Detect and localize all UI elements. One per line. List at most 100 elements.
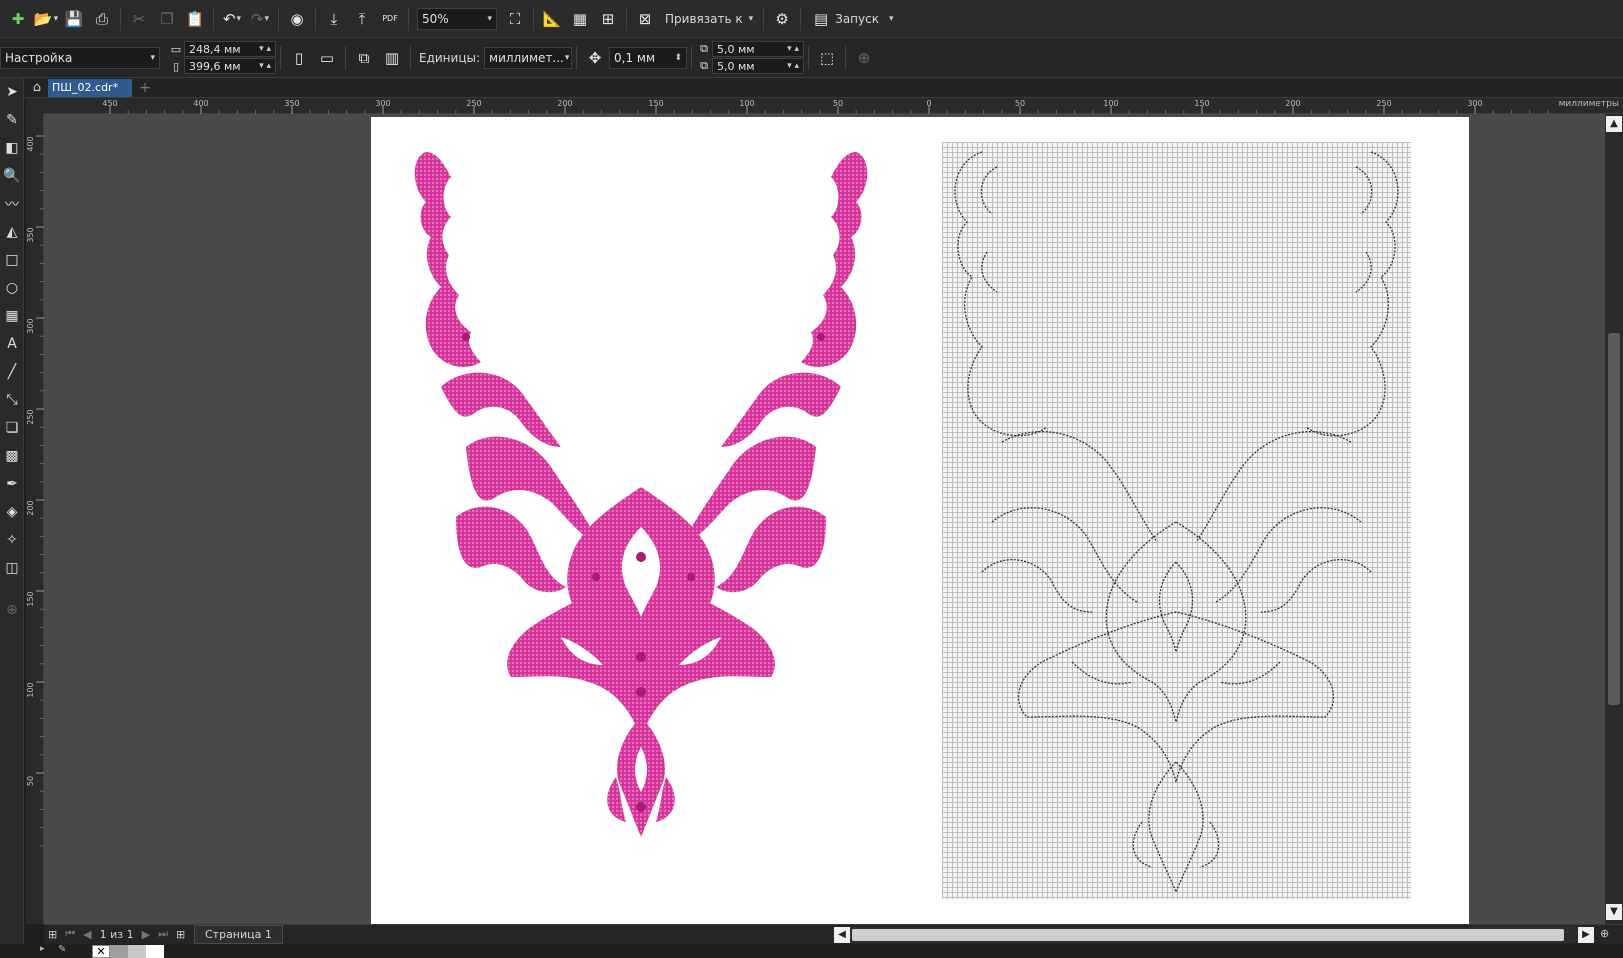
pink-embroidery-pattern[interactable] xyxy=(371,117,911,924)
add-tool-icon[interactable]: ⊕ xyxy=(0,598,24,622)
nudge-distance-input[interactable]: 0,1 мм ⬍ xyxy=(609,46,688,69)
spin-icon[interactable]: ▾ ▴ xyxy=(259,61,271,71)
crop-tool-icon[interactable]: ◧ xyxy=(0,136,24,160)
next-page-icon[interactable]: ▶ xyxy=(142,928,150,941)
save-icon[interactable]: 💾 xyxy=(60,5,88,33)
horizontal-scrollbar[interactable]: ◀ ▶ xyxy=(834,927,1594,943)
color-swatch-white[interactable] xyxy=(146,945,164,958)
document-tab[interactable]: ПШ_02.cdr* xyxy=(48,79,132,97)
undo-icon[interactable]: ↶ ▾ xyxy=(218,5,246,33)
horizontal-ruler[interactable]: 450 400 350 300 250 200 150 100 50 0 50 100 150 200 25… xyxy=(44,98,1623,114)
zoom-navigator-icon[interactable]: ⊕ xyxy=(1600,927,1609,940)
spin-icon[interactable]: ▾ ▴ xyxy=(787,44,799,54)
new-document-icon[interactable]: ✚ xyxy=(4,5,32,33)
launch-dropdown[interactable]: ▤ Запуск ▾ xyxy=(805,5,899,33)
scroll-down-icon[interactable]: ▼ xyxy=(1606,904,1622,920)
eyedropper-icon[interactable]: ✎ xyxy=(58,944,66,955)
show-grid-icon[interactable]: ▦ xyxy=(566,5,594,33)
scroll-left-icon[interactable]: ◀ xyxy=(834,927,850,943)
publish-pdf-icon[interactable]: PDF xyxy=(376,5,404,33)
color-palette: ▸ ✎ xyxy=(0,944,1623,958)
portrait-icon[interactable]: ▯ xyxy=(285,44,313,72)
landscape-icon[interactable]: ▭ xyxy=(313,44,341,72)
shape-tool-icon[interactable]: ✎ xyxy=(0,108,24,132)
last-page-icon[interactable]: ⏭ xyxy=(158,927,168,941)
options-gear-icon[interactable]: ⚙ xyxy=(768,5,796,33)
open-folder-icon[interactable]: 📂 ▾ xyxy=(32,5,60,33)
treat-as-filled-icon[interactable]: ⬚ xyxy=(813,44,841,72)
preset-select[interactable]: Настройка ▾ xyxy=(0,46,160,69)
export-icon[interactable]: ⤒ xyxy=(348,5,376,33)
page-width-input[interactable]: 248,4 мм ▾ ▴ xyxy=(184,41,276,57)
separator xyxy=(576,45,578,70)
ellipse-tool-icon[interactable]: ○ xyxy=(0,276,24,300)
color-swatch-lightgray[interactable] xyxy=(128,945,146,958)
zoom-level-select[interactable]: 50% ▾ xyxy=(417,7,497,30)
show-rulers-icon[interactable]: 📐 xyxy=(538,5,566,33)
pattern-grid[interactable] xyxy=(942,142,1411,899)
no-color-swatch[interactable]: ✕ xyxy=(92,945,110,958)
text-tool-icon[interactable]: A xyxy=(0,332,24,356)
snap-off-icon[interactable]: ⊠ xyxy=(631,5,659,33)
page-tab[interactable]: Страница 1 xyxy=(194,925,283,944)
eyedropper-tool-icon[interactable]: ✒ xyxy=(0,472,24,496)
pick-tool-icon[interactable]: ➤ xyxy=(0,80,24,104)
rectangle-tool-icon[interactable]: □ xyxy=(0,248,24,272)
scroll-up-icon[interactable]: ▲ xyxy=(1606,116,1622,132)
dup-x-icon: ⧉ xyxy=(700,42,708,55)
outline-embroidery-pattern[interactable] xyxy=(942,142,1411,899)
scroll-right-icon[interactable]: ▶ xyxy=(1578,927,1594,943)
dimension-tool-icon[interactable]: ╱ xyxy=(0,360,24,384)
home-icon[interactable]: ⌂ xyxy=(28,79,46,97)
drawing-canvas[interactable] xyxy=(44,114,1605,924)
paste-icon[interactable]: 📋 xyxy=(181,5,209,33)
snap-to-dropdown[interactable]: Привязать к ▾ xyxy=(659,12,759,26)
cut-icon[interactable]: ✂ xyxy=(125,5,153,33)
add-page-icon[interactable]: ⊞ xyxy=(48,928,57,941)
copy-icon[interactable]: ❐ xyxy=(153,5,181,33)
zoom-level-value: 50% xyxy=(422,11,449,26)
zoom-tool-icon[interactable]: 🔍 xyxy=(0,164,24,188)
connector-tool-icon[interactable]: ⤡ xyxy=(0,388,24,412)
color-swatch-gray[interactable] xyxy=(110,945,128,958)
show-guidelines-icon[interactable]: ⊞ xyxy=(594,5,622,33)
redo-icon[interactable]: ↷ ▾ xyxy=(246,5,274,33)
dup-x-input[interactable]: 5,0 мм ▾ ▴ xyxy=(712,41,805,57)
dup-y-input[interactable]: 5,0 мм ▾ ▴ xyxy=(712,58,805,74)
full-screen-icon[interactable]: ⛶ xyxy=(501,5,529,33)
print-icon[interactable]: ⎙ xyxy=(88,5,116,33)
transparency-tool-icon[interactable]: ▩ xyxy=(0,444,24,468)
drop-shadow-tool-icon[interactable]: ❏ xyxy=(0,416,24,440)
vertical-scroll-thumb[interactable] xyxy=(1608,333,1620,705)
prev-page-icon[interactable]: ◀ xyxy=(83,928,91,941)
add-page-after-icon[interactable]: ⊞ xyxy=(176,928,185,941)
horizontal-scroll-thumb[interactable] xyxy=(852,929,1564,941)
h-ruler-label: 50 xyxy=(833,99,843,108)
all-pages-icon[interactable]: ⧉ xyxy=(350,44,378,72)
smart-fill-tool-icon[interactable]: ◭ xyxy=(0,220,24,244)
vertical-ruler[interactable]: 400 350 300 250 200 150 100 50 xyxy=(26,114,44,924)
property-bar: Настройка ▾ ▭ 248,4 мм ▾ ▴ ▯ 399,6 мм ▾ ▴ ▯… xyxy=(0,38,1623,78)
units-select[interactable]: миллимет... ▾ xyxy=(484,46,573,69)
add-tab-icon[interactable]: + xyxy=(136,79,154,97)
add-icon[interactable]: ⊕ xyxy=(850,44,878,72)
spin-icon[interactable]: ▾ ▴ xyxy=(259,44,271,54)
palette-arrow-icon[interactable]: ▸ xyxy=(40,944,45,954)
nudge-distance-value: 0,1 мм xyxy=(614,50,656,65)
smart-fill-icon[interactable]: ✧ xyxy=(0,528,24,552)
first-page-icon[interactable]: ⏮ xyxy=(65,927,75,941)
separator xyxy=(345,45,346,70)
freehand-tool-icon[interactable]: 〰 xyxy=(0,192,24,216)
search-content-icon[interactable]: ◉ xyxy=(283,5,311,33)
interactive-fill-tool-icon[interactable]: ◈ xyxy=(0,500,24,524)
current-page-icon[interactable]: ▥ xyxy=(378,44,406,72)
import-icon[interactable]: ⤓ xyxy=(320,5,348,33)
spin-icon[interactable]: ▾ ▴ xyxy=(787,61,799,71)
outline-pen-icon[interactable]: ◫ xyxy=(0,556,24,580)
ruler-origin-icon[interactable] xyxy=(26,98,44,114)
polygon-tool-icon[interactable]: ▦ xyxy=(0,304,24,328)
document-page[interactable] xyxy=(371,117,1469,924)
dup-x-value: 5,0 мм xyxy=(717,42,755,56)
spin-icon[interactable]: ⬍ xyxy=(674,53,682,63)
page-height-input[interactable]: 399,6 мм ▾ ▴ xyxy=(184,58,276,74)
